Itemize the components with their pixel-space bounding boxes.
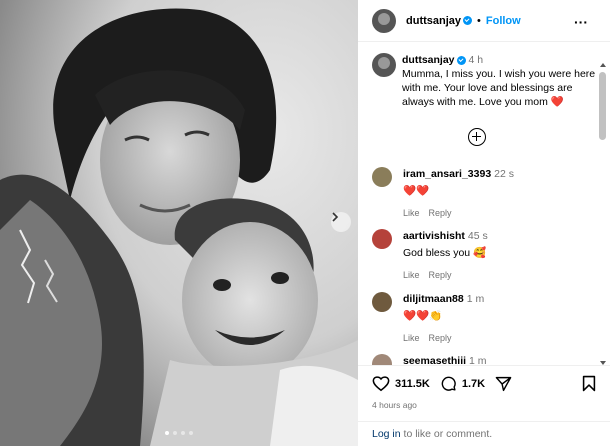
login-link[interactable]: Log in bbox=[372, 428, 401, 440]
post-modal: duttsanjay • Follow ··· duttsanjay 4 h Mu… bbox=[0, 0, 610, 446]
post-header: duttsanjay • Follow ··· bbox=[358, 0, 610, 42]
bookmark-icon[interactable] bbox=[582, 375, 596, 395]
comment-time: 1 m bbox=[469, 355, 487, 365]
comments-scrollbar[interactable] bbox=[598, 47, 608, 365]
caption-time: 4 h bbox=[468, 54, 484, 66]
carousel-dot bbox=[173, 431, 177, 435]
comment-time: 45 s bbox=[467, 230, 488, 242]
comments-count[interactable]: 1.7K bbox=[462, 378, 485, 390]
avatar[interactable] bbox=[372, 53, 396, 77]
carousel-dot bbox=[181, 431, 185, 435]
comment-time: 22 s bbox=[494, 168, 515, 180]
comment-reply-button[interactable]: Reply bbox=[429, 208, 452, 218]
comment-username[interactable]: seemasethiii bbox=[403, 355, 466, 365]
scroll-thumb[interactable] bbox=[599, 72, 606, 140]
more-horizontal-icon[interactable]: ··· bbox=[574, 14, 588, 30]
carousel-dot bbox=[189, 431, 193, 435]
comment-text: God bless you 🥰 bbox=[403, 247, 487, 259]
carousel-dot bbox=[165, 431, 169, 435]
likes-count[interactable]: 311.5K bbox=[395, 378, 430, 390]
load-more-comments-button[interactable] bbox=[468, 128, 486, 146]
caption-text: Mumma, I miss you. I wish you were here … bbox=[402, 68, 596, 108]
verified-badge-icon bbox=[463, 16, 473, 25]
separator-dot: • bbox=[477, 14, 481, 27]
comment-like-button[interactable]: Like bbox=[403, 270, 420, 280]
avatar[interactable] bbox=[372, 229, 392, 249]
avatar[interactable] bbox=[372, 8, 396, 33]
photo-image bbox=[0, 0, 358, 446]
comment-reply-button[interactable]: Reply bbox=[429, 333, 452, 343]
comment-icon[interactable] bbox=[440, 375, 457, 392]
comment-like-button[interactable]: Like bbox=[403, 208, 420, 218]
login-prompt: Log in to like or comment. bbox=[358, 421, 610, 446]
post-photo[interactable] bbox=[0, 0, 358, 446]
comment-username[interactable]: iram_ansari_3393 bbox=[403, 168, 491, 180]
post-actions: 311.5K 1.7K 4 hours ago Log in to like o… bbox=[358, 365, 610, 446]
caption-username[interactable]: duttsanjay bbox=[402, 54, 455, 66]
comments-list[interactable]: duttsanjay 4 h Mumma, I miss you. I wish … bbox=[358, 43, 610, 365]
comment-text: ❤️❤️👏 bbox=[403, 310, 443, 322]
avatar[interactable] bbox=[372, 292, 392, 312]
comment-username[interactable]: aartivishisht bbox=[403, 230, 465, 242]
next-photo-button[interactable] bbox=[331, 212, 351, 232]
verified-badge-icon bbox=[456, 55, 466, 65]
carousel-dots bbox=[165, 431, 193, 435]
comment-text: ❤️❤️ bbox=[403, 185, 430, 197]
header-username[interactable]: duttsanjay bbox=[406, 15, 461, 27]
heart-icon[interactable] bbox=[372, 375, 390, 392]
avatar[interactable] bbox=[372, 167, 392, 187]
avatar[interactable] bbox=[372, 354, 392, 365]
post-side-panel: duttsanjay • Follow ··· duttsanjay 4 h Mu… bbox=[358, 0, 610, 446]
post-time: 4 hours ago bbox=[372, 400, 417, 410]
comment-like-button[interactable]: Like bbox=[403, 333, 420, 343]
login-prompt-text: to like or comment. bbox=[400, 428, 493, 440]
comment-username[interactable]: diljitmaan88 bbox=[403, 293, 464, 305]
comment-time: 1 m bbox=[466, 293, 485, 305]
comment-reply-button[interactable]: Reply bbox=[429, 270, 452, 280]
follow-button[interactable]: Follow bbox=[486, 15, 521, 27]
scroll-up-arrow-icon[interactable] bbox=[600, 63, 606, 67]
share-icon[interactable] bbox=[495, 376, 512, 392]
chevron-right-icon bbox=[332, 212, 339, 222]
